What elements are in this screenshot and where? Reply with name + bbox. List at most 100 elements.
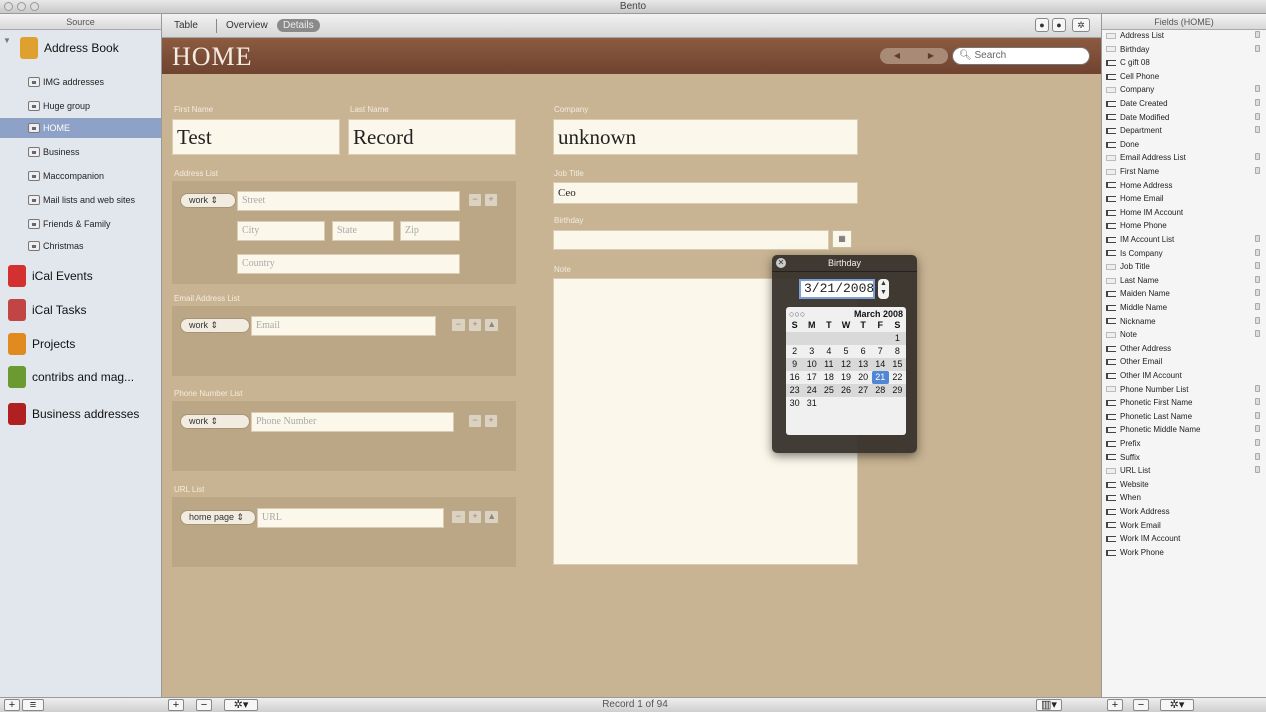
tools-icon[interactable]: ✲ [1072,18,1090,32]
field-item[interactable]: IM Account List [1106,234,1264,245]
add-library-button[interactable]: + [4,699,20,711]
field-item[interactable]: Is Company [1106,248,1264,259]
field-item[interactable]: Cell Phone [1106,71,1264,82]
close-icon[interactable]: ✕ [776,258,786,268]
birthday-field[interactable] [553,230,829,250]
calendar-day[interactable]: 27 [854,384,872,397]
email-buttons[interactable]: − + ▲ [451,318,500,332]
calendar-day[interactable]: 3 [803,345,820,358]
calendar-day[interactable]: 4 [820,345,837,358]
email-field[interactable]: Email [251,316,436,336]
field-item[interactable]: When [1106,492,1264,503]
city-field[interactable]: City [237,221,325,241]
url-field[interactable]: URL [257,508,444,528]
field-item[interactable]: Other IM Account [1106,370,1264,381]
url-menu-button[interactable]: ▲ [484,510,500,524]
calendar-day[interactable]: 13 [854,358,872,371]
field-item[interactable]: Done [1106,139,1264,150]
calendar-day[interactable]: 29 [888,384,906,397]
remove-address-button[interactable]: − [468,193,482,207]
calendar-day[interactable]: 15 [888,358,906,371]
add-url-button[interactable]: + [467,510,483,524]
field-item[interactable]: Job Title [1106,261,1264,272]
field-item[interactable]: C gift 08 [1106,57,1264,68]
sidebar-item-home[interactable]: HOME [0,118,161,138]
calendar-day[interactable]: 30 [786,397,803,410]
calendar-day[interactable]: 9 [786,358,804,371]
prev-record-button[interactable]: ◀ [880,48,914,64]
field-item[interactable]: Last Name [1106,275,1264,286]
field-item[interactable]: Birthday [1106,44,1264,55]
calendar-nav-icon[interactable]: ○○○ [789,309,805,319]
field-item[interactable]: Home IM Account [1106,207,1264,218]
sidebar-item-projects[interactable]: Projects [0,330,161,358]
calendar-day[interactable]: 2 [786,345,803,358]
remove-email-button[interactable]: − [451,318,466,332]
calendar-day[interactable]: 16 [786,371,803,384]
phone-add-remove[interactable]: − + [468,414,498,428]
sidebar-item-huge-group[interactable]: Huge group [0,96,161,116]
email-menu-button[interactable]: ▲ [484,318,500,332]
field-item[interactable]: Phone Number List [1106,384,1264,395]
calendar-day[interactable]: 11 [820,358,838,371]
first-name-field[interactable]: Test [172,119,340,155]
field-item[interactable]: Other Address [1106,343,1264,354]
state-field[interactable]: State [332,221,394,241]
calendar-day[interactable]: 19 [837,371,854,384]
window-controls[interactable] [4,2,39,11]
calendar-day[interactable]: 23 [786,384,804,397]
sidebar-item-maccompanion[interactable]: Maccompanion [0,166,161,186]
search-input[interactable]: 🔍︎ Search [952,47,1090,65]
tab-overview[interactable]: Overview [226,20,268,31]
field-item[interactable]: Work Address [1106,506,1264,517]
field-item[interactable]: Department [1106,125,1264,136]
tab-table[interactable]: Table [174,20,198,31]
phone-field[interactable]: Phone Number [251,412,454,432]
next-record-button[interactable]: ▶ [914,48,948,64]
remove-phone-button[interactable]: − [468,414,482,428]
sidebar-item-img-addresses[interactable]: IMG addresses [0,72,161,92]
remove-field-button[interactable]: − [1133,699,1149,711]
field-item[interactable]: Home Email [1106,193,1264,204]
street-field[interactable]: Street [237,191,460,211]
email-type-popup[interactable]: work ⇕ [180,318,250,333]
minimize-window-button[interactable] [17,2,26,11]
last-name-field[interactable]: Record [348,119,516,155]
sidebar-item-ical-tasks[interactable]: iCal Tasks [0,296,161,324]
calendar-day[interactable]: 18 [820,371,837,384]
field-item[interactable]: Suffix [1106,452,1264,463]
country-field[interactable]: Country [237,254,460,274]
field-item[interactable]: Work IM Account [1106,533,1264,544]
layout-menu-icon[interactable]: ▥▾ [1036,699,1062,711]
field-item[interactable]: Work Phone [1106,547,1264,558]
field-item[interactable]: First Name [1106,166,1264,177]
field-item[interactable]: Website [1106,479,1264,490]
field-item[interactable]: Middle Name [1106,302,1264,313]
calendar-day[interactable]: 14 [871,358,889,371]
calendar-day[interactable]: 26 [837,384,855,397]
calendar-day[interactable]: 31 [803,397,820,410]
phone-type-popup[interactable]: work ⇕ [180,414,250,429]
calendar-day[interactable]: 5 [837,345,854,358]
record-prev-icon[interactable]: ● [1035,18,1049,32]
field-item[interactable]: Phonetic First Name [1106,397,1264,408]
calendar-day[interactable]: 12 [837,358,855,371]
address-add-remove[interactable]: − + [468,193,498,207]
calendar-day[interactable]: 1 [888,332,906,345]
calendar-day[interactable]: 17 [803,371,820,384]
calendar-day[interactable]: 28 [871,384,889,397]
field-item[interactable]: Note [1106,329,1264,340]
calendar-day[interactable]: 22 [889,371,906,384]
calendar-icon[interactable]: ▦ [832,230,852,248]
url-buttons[interactable]: − + ▲ [451,510,500,524]
calendar-day[interactable]: 25 [820,384,838,397]
url-type-popup[interactable]: home page ⇕ [180,510,256,525]
calendar-day[interactable]: 7 [872,345,889,358]
calendar-day[interactable]: 10 [803,358,821,371]
calendar-day[interactable]: 20 [855,371,872,384]
sidebar-item-business-addresses[interactable]: Business addresses [0,400,161,428]
date-field[interactable]: 3/21/2008 [799,279,875,299]
sidebar-item-friends-family[interactable]: Friends & Family [0,214,161,234]
add-address-button[interactable]: + [484,193,498,207]
sidebar-item-address-book[interactable]: Address Book [0,34,161,62]
